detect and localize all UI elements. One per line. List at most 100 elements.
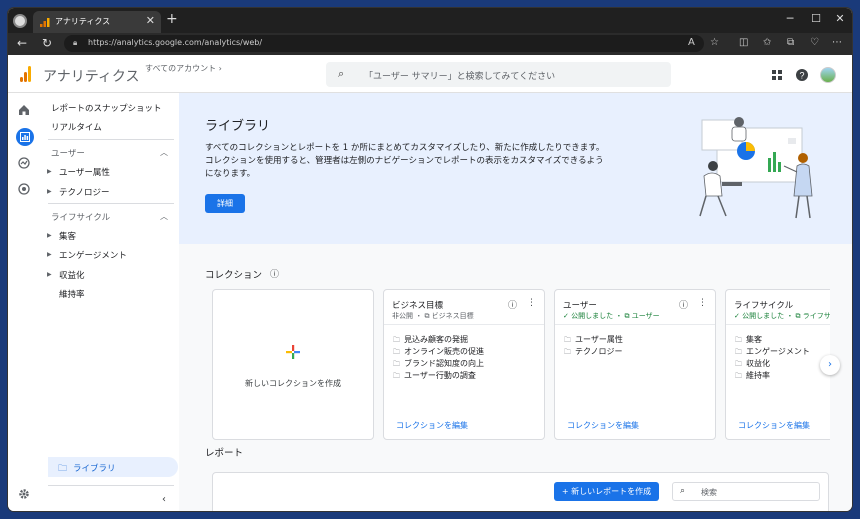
create-report-button[interactable]: + 新しいレポートを作成 <box>554 482 659 501</box>
collections-title: コレクション <box>205 270 263 281</box>
favorite-star-icon[interactable]: ☆ <box>710 37 719 48</box>
sidebar-item-realtime[interactable]: リアルタイム <box>51 121 102 133</box>
profile-avatar[interactable] <box>13 14 27 28</box>
split-screen-icon[interactable]: ◫ <box>739 37 748 48</box>
learn-more-button[interactable]: 詳細 <box>205 194 245 213</box>
collection-card-user[interactable]: ユーザー ✓ 公開しました ・ ⧉ ユーザー ⓘ ⋮ 🗀︎ ユーザー属性 🗀︎ テク… <box>554 289 716 440</box>
sidebar-item-acquisition[interactable]: 集客 <box>59 230 76 242</box>
apps-grid-icon[interactable] <box>772 70 782 80</box>
sidebar-section-user[interactable]: ユーザー <box>51 147 85 159</box>
url-field[interactable]: 🔒︎ https://analytics.google.com/analytic… <box>64 35 704 52</box>
browser-tab[interactable]: アナリティクス ✕ <box>33 11 161 33</box>
more-vert-icon[interactable]: ⋮ <box>527 298 536 308</box>
plus-icon <box>286 345 300 359</box>
browser-window: アナリティクス ✕ + ─ ☐ ✕ ← ↻ 🔒︎ https://analyti… <box>8 8 852 511</box>
page-title: ライブラリ <box>205 119 271 134</box>
favorites-icon[interactable]: ✩ <box>763 37 771 48</box>
folder-icon: 🗀︎ <box>735 336 742 344</box>
chevron-right-icon: › <box>828 359 832 370</box>
edit-collection-link[interactable]: コレクションを編集 <box>567 420 639 431</box>
sidebar-section-lifecycle[interactable]: ライフサイクル <box>51 211 110 223</box>
report-search-input[interactable]: ⌕ 検索 <box>672 482 820 501</box>
folder-icon: 🗀︎ <box>564 348 571 356</box>
library-hero: ライブラリ すべてのコレクションとレポートを 1 か所にまとめてカスタマイズした… <box>179 93 852 244</box>
new-tab-button[interactable]: + <box>166 11 178 27</box>
carousel-next-button[interactable]: › <box>820 355 840 375</box>
list-item: 🗀︎ 収益化 <box>735 359 770 368</box>
folder-icon: 🗀︎ <box>564 336 571 344</box>
sidebar-item-demographics[interactable]: ユーザー属性 <box>59 166 110 178</box>
help-circle-icon[interactable]: ⓘ <box>270 267 279 280</box>
explore-icon[interactable] <box>18 157 30 169</box>
analytics-logo-icon <box>20 66 32 82</box>
hero-description: すべてのコレクションとレポートを 1 か所にまとめてカスタマイズしたり、新たに作… <box>205 143 605 179</box>
refresh-icon[interactable]: ↻ <box>42 36 52 50</box>
search-icon: ⌕ <box>338 67 345 80</box>
analytics-favicon-icon <box>40 18 50 27</box>
sidebar-item-library[interactable]: 🗀︎ ライブラリ <box>48 457 178 477</box>
collection-card-title: ユーザー <box>563 301 597 311</box>
divider <box>555 324 715 325</box>
collection-card-meta: 非公開 ・ ⧉ ビジネス目標 <box>392 312 474 320</box>
search-bar[interactable]: ⌕ 「ユーザー サマリー」と検索してみてください <box>326 62 671 87</box>
collection-item-list: 🗀︎ ユーザー属性 🗀︎ テクノロジー <box>564 334 623 358</box>
divider <box>48 485 174 486</box>
expand-arrow-icon[interactable]: ▶ <box>47 188 52 195</box>
expand-arrow-icon[interactable]: ▶ <box>47 251 52 258</box>
close-window-button[interactable]: ✕ <box>830 12 850 25</box>
expand-arrow-icon[interactable]: ▶ <box>47 232 52 239</box>
divider <box>48 139 174 140</box>
list-item: 🗀︎ ブランド認知度の向上 <box>393 359 484 368</box>
reports-title: レポート <box>205 448 244 459</box>
extensions-icon[interactable]: ♡ <box>810 37 819 48</box>
sidebar-item-snapshot[interactable]: レポートのスナップショット <box>51 102 162 114</box>
address-bar: ← ↻ 🔒︎ https://analytics.google.com/anal… <box>8 33 852 55</box>
home-icon[interactable] <box>18 104 30 116</box>
expand-arrow-icon[interactable]: ▶ <box>47 271 52 278</box>
back-icon[interactable]: ← <box>17 36 27 50</box>
folder-icon: 🗀︎ <box>393 348 400 356</box>
settings-icon[interactable] <box>18 488 30 500</box>
sidebar-item-monetization[interactable]: 収益化 <box>59 269 85 281</box>
account-selector[interactable]: すべてのアカウント › <box>145 63 222 74</box>
advertising-icon[interactable] <box>18 183 30 195</box>
read-aloud-icon[interactable]: A <box>688 37 695 48</box>
sidebar-item-technology[interactable]: テクノロジー <box>59 186 110 198</box>
product-name: アナリティクス <box>43 69 140 85</box>
folder-icon: 🗀︎ <box>735 360 742 368</box>
more-vert-icon[interactable]: ⋮ <box>698 298 707 308</box>
collection-item-list: 🗀︎ 見込み顧客の発掘 🗀︎ オンライン販売の促進 🗀︎ ブランド認知度の向上 🗀︎ ユ… <box>393 334 484 382</box>
report-sidebar: レポートのスナップショット リアルタイム ユーザー ︿ ▶ ユーザー属性 ▶ テ… <box>42 93 179 511</box>
sidebar-item-engagement[interactable]: エンゲージメント <box>59 249 127 261</box>
maximize-button[interactable]: ☐ <box>806 12 826 25</box>
collections-icon[interactable]: ⧉ <box>787 37 794 48</box>
chevron-up-icon[interactable]: ︿ <box>160 147 168 158</box>
collapse-sidebar-icon[interactable]: ‹ <box>162 494 166 505</box>
account-avatar[interactable] <box>820 67 836 83</box>
minimize-button[interactable]: ─ <box>780 12 800 25</box>
reports-panel: + 新しいレポートを作成 ⌕ 検索 <box>212 472 829 511</box>
folder-icon: 🗀︎ <box>393 336 400 344</box>
reports-active-indicator[interactable] <box>16 128 34 146</box>
collection-card-meta: ✓ 公開しました ・ ⧉ ライフサイ <box>734 312 830 320</box>
edit-collection-link[interactable]: コレクションを編集 <box>396 420 468 431</box>
info-icon[interactable]: ⓘ <box>679 298 688 311</box>
collection-card-title: ビジネス目標 <box>392 301 444 311</box>
sidebar-item-retention[interactable]: 維持率 <box>59 288 85 300</box>
app-header: アナリティクス すべてのアカウント › ⌕ 「ユーザー サマリー」と検索してみて… <box>8 55 852 93</box>
edit-collection-link[interactable]: コレクションを編集 <box>738 420 810 431</box>
new-collection-label: 新しいコレクションを作成 <box>245 379 341 388</box>
list-item: 🗀︎ オンライン販売の促進 <box>393 347 484 356</box>
expand-arrow-icon[interactable]: ▶ <box>47 168 52 175</box>
collection-card-lifecycle[interactable]: ライフサイクル ✓ 公開しました ・ ⧉ ライフサイ 🗀︎ 集客 🗀︎ エンゲージメ… <box>725 289 830 440</box>
more-menu-icon[interactable]: ⋯ <box>832 37 842 48</box>
chevron-up-icon[interactable]: ︿ <box>160 211 168 222</box>
help-icon[interactable]: ? <box>796 69 808 81</box>
collection-card-business[interactable]: ビジネス目標 非公開 ・ ⧉ ビジネス目標 ⓘ ⋮ 🗀︎ 見込み顧客の発掘 🗀︎ オ… <box>383 289 545 440</box>
new-collection-card[interactable]: 新しいコレクションを作成 <box>212 289 374 440</box>
divider <box>48 203 174 204</box>
tab-close-icon[interactable]: ✕ <box>146 14 155 27</box>
sidebar-item-library-label: ライブラリ <box>73 464 116 474</box>
divider <box>384 324 544 325</box>
info-icon[interactable]: ⓘ <box>508 298 517 311</box>
